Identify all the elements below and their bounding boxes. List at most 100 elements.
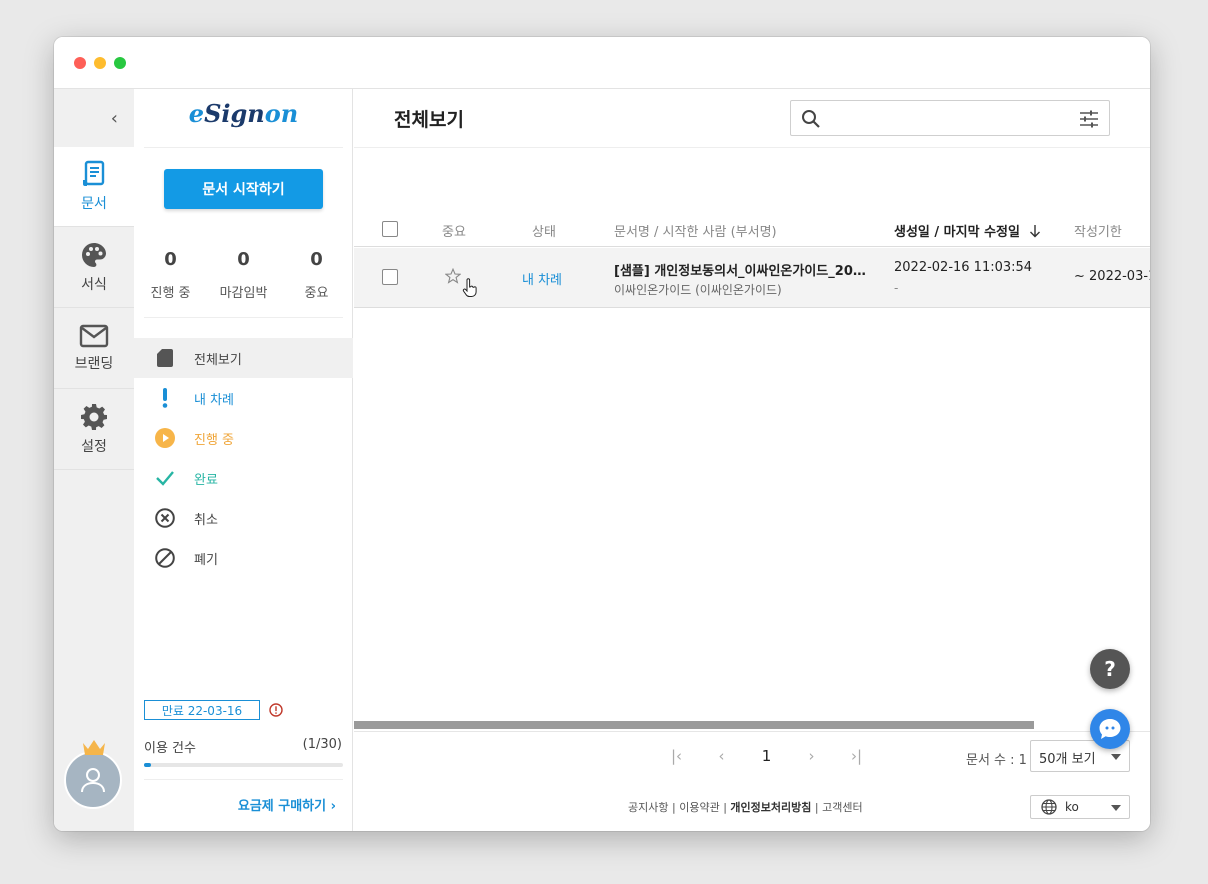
- stat-due-soon[interactable]: 0 마감임박: [207, 249, 280, 301]
- menu-item-my-turn[interactable]: 내 차례: [134, 378, 353, 418]
- privacy-policy-link[interactable]: 개인정보처리방침: [730, 801, 811, 814]
- star-icon[interactable]: [445, 268, 461, 284]
- rail-item-documents[interactable]: 문서: [54, 147, 134, 227]
- divider: [144, 147, 343, 148]
- usage-progress-bar: [144, 763, 343, 767]
- profile-area[interactable]: [64, 737, 124, 809]
- stat-in-progress[interactable]: 0 진행 중: [134, 249, 207, 301]
- column-header-created-label: 생성일 / 마지막 수정일: [894, 225, 1020, 240]
- main-content: 전체보기 중요 상태 문서명 / 시작한 사람 (부서명) 생성일 / 마지막 …: [354, 89, 1150, 831]
- help-button[interactable]: ?: [1090, 649, 1130, 689]
- column-header-document[interactable]: 문서명 / 시작한 사람 (부서명): [614, 221, 777, 240]
- rail-item-label: 설정: [81, 439, 107, 455]
- menu-item-completed[interactable]: 완료: [134, 458, 353, 498]
- page-title: 전체보기: [394, 109, 464, 131]
- search-box: [790, 100, 1110, 136]
- stat-label: 중요: [304, 286, 329, 301]
- stat-important[interactable]: 0 중요: [280, 249, 353, 301]
- terms-link[interactable]: 이용약관: [679, 801, 719, 814]
- chat-button[interactable]: [1090, 709, 1130, 749]
- page-number[interactable]: 1: [744, 747, 789, 765]
- separator: |: [671, 801, 676, 814]
- avatar[interactable]: [64, 751, 122, 809]
- rail-item-branding[interactable]: 브랜딩: [54, 309, 134, 389]
- upgrade-plan-link[interactable]: 요금제 구매하기 ›: [238, 795, 336, 814]
- menu-item-label: 폐기: [194, 552, 218, 568]
- hand-cursor-icon: [462, 278, 477, 297]
- column-header-status[interactable]: 상태: [532, 221, 556, 240]
- support-link[interactable]: 고객센터: [822, 801, 862, 814]
- menu-item-label: 완료: [194, 472, 218, 488]
- exclamation-icon: [154, 387, 176, 409]
- chevron-right-icon: ›: [330, 799, 336, 814]
- stat-label: 진행 중: [150, 286, 191, 301]
- menu-item-all[interactable]: 전체보기: [134, 338, 353, 378]
- document-fill-icon: [154, 347, 176, 369]
- divider: [144, 317, 343, 318]
- menu-item-label: 취소: [194, 512, 218, 528]
- caret-down-icon: [1111, 805, 1121, 811]
- play-circle-icon: [154, 427, 176, 449]
- language-select[interactable]: ko: [1030, 795, 1130, 819]
- status-label[interactable]: 내 차례: [522, 269, 562, 288]
- menu-item-cancelled[interactable]: 취소: [134, 498, 353, 538]
- stat-value: 0: [310, 249, 323, 270]
- user-icon: [81, 768, 105, 793]
- deadline-date: ~ 2022-03-1: [1074, 269, 1150, 284]
- filter-menu: 전체보기 내 차례 진행 중 완료 취소 폐기: [134, 338, 353, 578]
- prev-page-button[interactable]: ‹: [699, 747, 744, 765]
- mail-icon: [79, 324, 109, 348]
- next-page-button[interactable]: ›: [789, 747, 834, 765]
- page-size-value: 50개 보기: [1039, 752, 1096, 767]
- esignon-logo[interactable]: eSignon: [134, 99, 353, 128]
- divider: [144, 779, 343, 780]
- chevron-left-icon: ‹: [110, 107, 118, 129]
- caret-down-icon: [1111, 754, 1121, 760]
- expiry-badge: 만료 22-03-16: [144, 700, 260, 720]
- modified-date: -: [894, 281, 899, 295]
- created-date: 2022-02-16 11:03:54: [894, 260, 1033, 275]
- nav-rail: ‹ 문서 서식 브랜딩 설정: [54, 89, 134, 831]
- usage-count: (1/30): [302, 737, 342, 752]
- column-header-deadline[interactable]: 작성기한: [1074, 221, 1122, 240]
- search-icon[interactable]: [801, 109, 821, 129]
- table-header: 중요 상태 문서명 / 시작한 사람 (부서명) 생성일 / 마지막 수정일 작…: [354, 211, 1150, 247]
- first-page-button[interactable]: |‹: [654, 747, 699, 765]
- maximize-window-button[interactable]: [114, 57, 126, 69]
- palette-icon: [82, 243, 106, 267]
- table-row[interactable]: 내 차례 [샘플] 개인정보동의서_이싸인온가이드_20… 이싸인온가이드 (이…: [354, 248, 1150, 308]
- menu-item-in-progress[interactable]: 진행 중: [134, 418, 353, 458]
- app-window: ‹ 문서 서식 브랜딩 설정 eSignon 문서 시작하기 0 진행 중 0 …: [54, 37, 1150, 831]
- start-document-button[interactable]: 문서 시작하기: [164, 169, 323, 209]
- footer-links: 공지사항 | 이용약관 | 개인정보처리방침 | 고객센터: [628, 799, 863, 815]
- minimize-window-button[interactable]: [94, 57, 106, 69]
- warning-circle-icon[interactable]: [269, 703, 283, 717]
- notice-link[interactable]: 공지사항: [628, 801, 668, 814]
- pagination: |‹ ‹ 1 › ›|: [654, 741, 879, 771]
- stat-value: 0: [164, 249, 177, 270]
- sidebar: eSignon 문서 시작하기 0 진행 중 0 마감임박 0 중요 전체보기: [134, 89, 353, 831]
- document-icon: [83, 160, 105, 186]
- filter-sliders-icon[interactable]: [1079, 109, 1099, 129]
- row-checkbox[interactable]: [382, 269, 398, 285]
- column-header-important[interactable]: 중요: [442, 221, 466, 240]
- usage-label: 이용 건수: [144, 741, 196, 756]
- globe-icon: [1041, 799, 1057, 815]
- search-input[interactable]: [829, 107, 1069, 129]
- column-header-created[interactable]: 생성일 / 마지막 수정일: [894, 221, 1041, 240]
- close-window-button[interactable]: [74, 57, 86, 69]
- select-all-checkbox[interactable]: [382, 221, 398, 237]
- arrow-down-icon: [1029, 225, 1040, 238]
- chat-bubble-icon: [1099, 719, 1121, 739]
- collapse-sidebar-button[interactable]: ‹: [54, 89, 134, 147]
- document-title[interactable]: [샘플] 개인정보동의서_이싸인온가이드_20…: [614, 260, 866, 279]
- separator: |: [723, 801, 727, 814]
- gear-icon: [81, 404, 107, 430]
- last-page-button[interactable]: ›|: [834, 747, 879, 765]
- menu-item-discarded[interactable]: 폐기: [134, 538, 353, 578]
- rail-item-templates[interactable]: 서식: [54, 228, 134, 308]
- rail-item-settings[interactable]: 설정: [54, 390, 134, 470]
- horizontal-scrollbar[interactable]: [354, 721, 1034, 729]
- document-stats: 0 진행 중 0 마감임박 0 중요: [134, 249, 353, 301]
- separator: |: [814, 801, 819, 814]
